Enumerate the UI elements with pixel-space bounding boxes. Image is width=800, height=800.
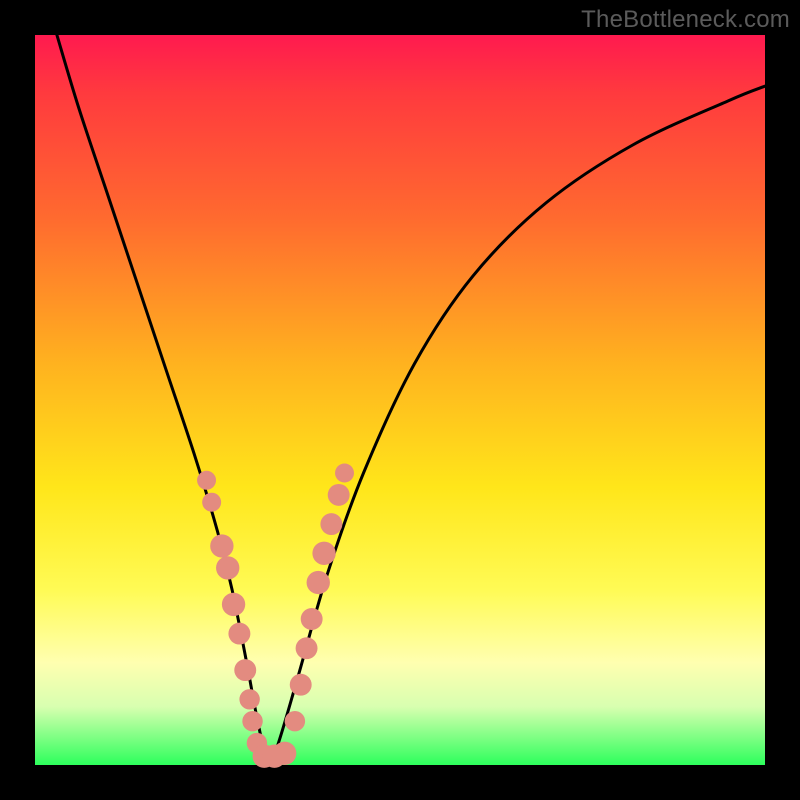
curve-marker bbox=[320, 513, 342, 535]
curve-marker bbox=[301, 608, 323, 630]
watermark-text: TheBottleneck.com bbox=[581, 6, 790, 34]
curve-marker bbox=[222, 593, 245, 616]
plot-area bbox=[35, 35, 765, 765]
curve-marker bbox=[285, 711, 305, 731]
curve-markers bbox=[197, 464, 354, 768]
curve-marker bbox=[312, 542, 335, 565]
curve-marker bbox=[210, 534, 233, 557]
curve-marker bbox=[328, 484, 350, 506]
chart-svg bbox=[35, 35, 765, 765]
curve-marker bbox=[228, 623, 250, 645]
chart-frame: TheBottleneck.com bbox=[0, 0, 800, 800]
curve-marker bbox=[216, 556, 239, 579]
curve-marker bbox=[234, 659, 256, 681]
curve-marker bbox=[290, 674, 312, 696]
curve-marker bbox=[296, 637, 318, 659]
curve-marker bbox=[335, 464, 354, 483]
curve-marker bbox=[202, 493, 221, 512]
curve-marker bbox=[239, 689, 259, 709]
curve-marker bbox=[273, 742, 296, 765]
bottleneck-curve bbox=[57, 35, 765, 762]
curve-marker bbox=[197, 471, 216, 490]
curve-marker bbox=[307, 571, 330, 594]
curve-marker bbox=[242, 711, 262, 731]
